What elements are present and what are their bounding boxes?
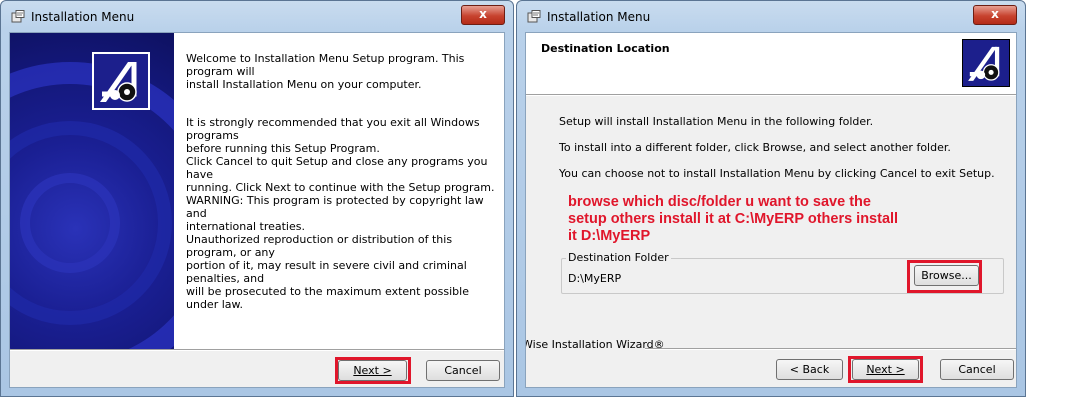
close-icon: x (479, 7, 487, 21)
close-button[interactable]: x (973, 5, 1017, 25)
cancel-instruction-text: You can choose not to install Installati… (559, 167, 995, 180)
window-title: Installation Menu (547, 10, 651, 24)
window-title: Installation Menu (31, 10, 135, 24)
footer-separator (645, 348, 1016, 350)
browse-instruction-text: To install into a different folder, clic… (559, 141, 951, 154)
cancel-button-label: Cancel (444, 364, 482, 377)
browse-highlight-annotation (907, 260, 982, 293)
header-separator (526, 94, 1016, 96)
next-highlight-annotation (848, 356, 923, 383)
cancel-button[interactable]: Cancel (940, 359, 1014, 380)
installer-app-icon (11, 10, 25, 23)
separator (10, 349, 504, 351)
side-banner (10, 33, 174, 349)
folder-path: D:\MyERP (568, 272, 622, 285)
recommend-paragraph: It is strongly recommended that you exit… (186, 116, 480, 155)
wise-brand-label: Wise Installation Wizard® (525, 338, 665, 351)
install-location-text: Setup will install Installation Menu in … (559, 115, 874, 128)
legal-paragraph: Unauthorized reproduction or distributio… (186, 233, 469, 311)
cancel-info-paragraph: Click Cancel to quit Setup and close any… (186, 155, 495, 194)
close-icon: x (991, 7, 999, 21)
cancel-button-label: Cancel (958, 363, 996, 376)
cancel-button[interactable]: Cancel (426, 360, 500, 381)
page-title: Destination Location (541, 42, 670, 55)
back-button-label: < Back (789, 363, 830, 376)
close-button[interactable]: x (461, 5, 505, 25)
welcome-text-panel: Welcome to Installation Menu Setup progr… (174, 33, 504, 349)
wizard-header: Destination Location (526, 33, 1016, 94)
wizard-client-area: Destination Location Setup will install … (525, 32, 1017, 388)
welcome-paragraph: Welcome to Installation Menu Setup progr… (186, 52, 465, 91)
red-annotation-text: browse which disc/folder u want to save … (568, 194, 899, 244)
disc-logo-icon (92, 52, 150, 110)
next-highlight-annotation (335, 357, 411, 384)
installer-app-icon (527, 10, 541, 23)
warning-paragraph: WARNING: This program is protected by co… (186, 194, 484, 233)
wizard-client-area: Welcome to Installation Menu Setup progr… (9, 32, 505, 388)
disc-logo-icon (962, 39, 1010, 87)
installation-menu-welcome-window: Installation Menu x Welcome to Installat… (0, 0, 514, 397)
group-label: Destination Folder (566, 251, 671, 264)
installation-menu-destination-window: Installation Menu x Destination Location… (516, 0, 1026, 397)
title-bar[interactable]: Installation Menu x (517, 1, 1025, 31)
title-bar[interactable]: Installation Menu x (1, 1, 513, 31)
back-button[interactable]: < Back (776, 359, 843, 380)
